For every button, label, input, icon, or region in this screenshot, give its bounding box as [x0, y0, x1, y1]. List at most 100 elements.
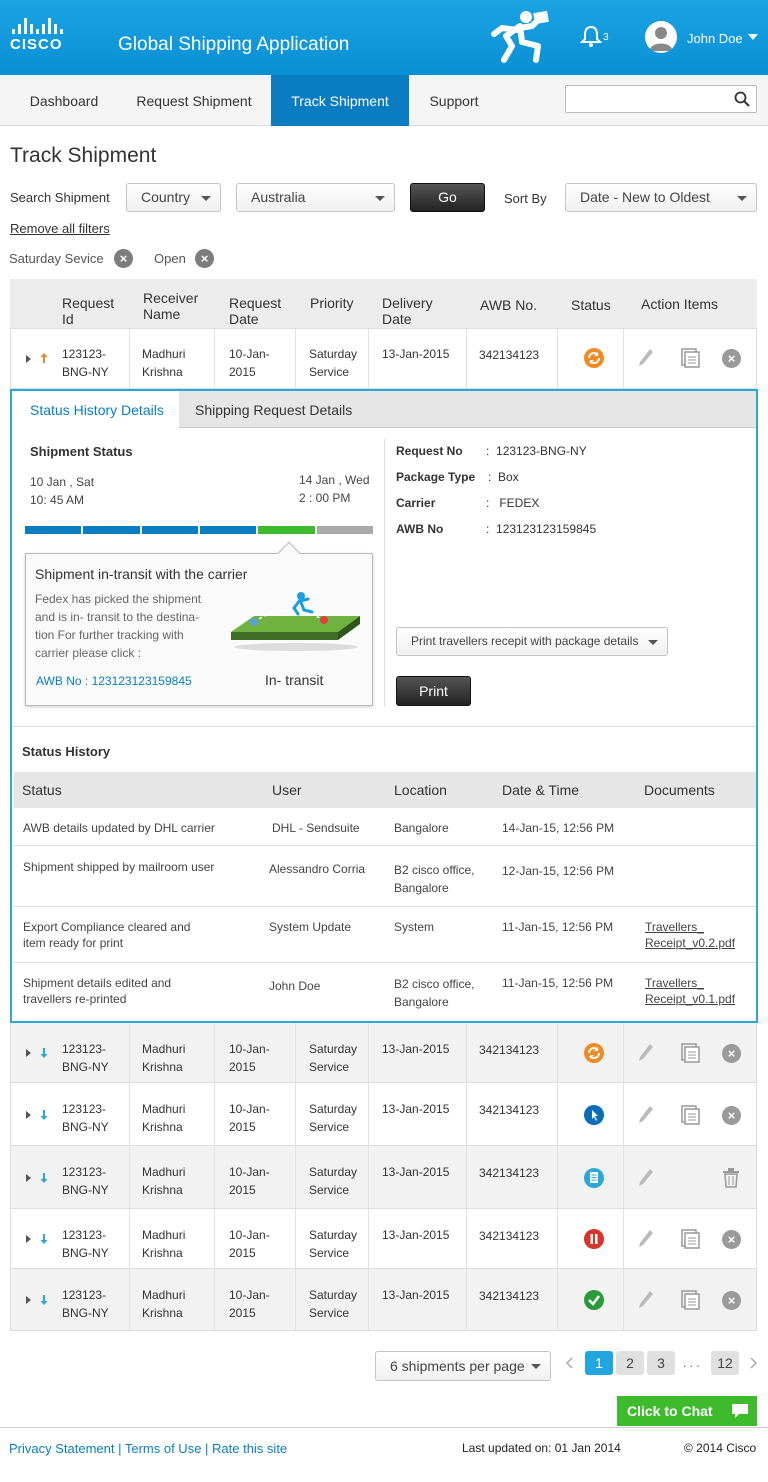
search-icon[interactable] — [734, 91, 750, 107]
next-page-icon[interactable] — [750, 1357, 758, 1369]
expand-caret-icon[interactable] — [26, 1235, 31, 1243]
col-request-date[interactable]: Request Date — [229, 295, 289, 327]
status-cell — [583, 1228, 605, 1253]
document-link[interactable]: Travellers_ Receipt_v0.1.pdf — [645, 975, 735, 1007]
page-2-button[interactable]: 2 — [616, 1351, 644, 1375]
cell-priority: Saturday Service — [309, 1102, 358, 1134]
print-options-select[interactable]: Print travellers recepit with package de… — [396, 627, 668, 656]
notification-bell-icon[interactable] — [580, 24, 602, 48]
cell-awb: 342134123 — [479, 348, 540, 362]
priority-up-arrow-icon — [40, 353, 48, 363]
edit-pencil-icon[interactable] — [638, 1290, 654, 1310]
page-12-button[interactable]: 12 — [711, 1351, 739, 1375]
expand-caret-icon[interactable] — [26, 1110, 31, 1119]
col-request-id[interactable]: Request Id — [62, 295, 122, 327]
col-status[interactable]: Status — [571, 297, 611, 313]
start-time: 10: 45 AM — [30, 493, 85, 507]
remove-chip-saturday-icon[interactable]: × — [114, 249, 133, 268]
hist-location: B2 cisco office, Bangalore — [394, 863, 475, 895]
document-copy-icon[interactable] — [681, 1229, 701, 1249]
notification-count: 3 — [603, 32, 609, 43]
table-row[interactable]: 123123- BNG-NY Madhuri Krishna 10-Jan- 2015 Sa… — [11, 1146, 756, 1209]
tab-dashboard[interactable]: Dashboard — [18, 75, 110, 126]
col-action-items[interactable]: Action Items — [641, 296, 718, 312]
page-1-button[interactable]: 1 — [585, 1351, 613, 1375]
expand-caret-icon[interactable] — [26, 355, 31, 363]
table-row[interactable]: 123123- BNG-NY Madhuri Krishna 10-Jan- 2015 Sa… — [11, 1209, 756, 1269]
filter-value-select[interactable]: Australia — [236, 183, 395, 212]
expand-caret-icon[interactable] — [26, 1049, 31, 1057]
document-link[interactable]: Travellers_ Receipt_v0.2.pdf — [645, 919, 735, 951]
hist-user: John Doe — [269, 979, 321, 993]
delete-trash-icon[interactable] — [722, 1167, 740, 1188]
sort-select[interactable]: Date - New to Oldest — [565, 183, 757, 212]
user-name[interactable]: John Doe — [687, 31, 743, 46]
tab-support[interactable]: Support — [418, 75, 490, 126]
document-copy-icon[interactable] — [681, 1290, 701, 1310]
status-cell — [583, 1289, 605, 1314]
expand-caret-icon[interactable] — [26, 1173, 31, 1182]
page-3-button[interactable]: 3 — [647, 1351, 675, 1375]
table-row[interactable]: 123123- BNG-NY Madhuri Krishna 10-Jan- 2015 Sa… — [11, 1269, 756, 1331]
col-delivery-date[interactable]: Delivery Date — [382, 295, 442, 327]
awb-tracking-link[interactable]: AWB No : 123123123159845 — [36, 674, 192, 688]
table-row[interactable]: 123123- BNG-NY Madhuri Krishna 10-Jan- 2015… — [11, 329, 756, 389]
edit-pencil-icon[interactable] — [638, 1229, 654, 1249]
user-menu-caret-icon[interactable] — [748, 34, 758, 40]
status-delivered-icon[interactable] — [583, 1289, 605, 1311]
hist-location: System — [394, 920, 435, 934]
chevron-down-icon — [531, 1364, 541, 1369]
tab-shipping-request-details[interactable]: Shipping Request Details — [195, 391, 352, 428]
hist-status: Shipment shipped by mailroom user — [23, 860, 215, 874]
col-priority[interactable]: Priority — [310, 295, 354, 311]
status-picked-up-icon[interactable] — [583, 1104, 605, 1126]
status-in-progress-icon[interactable] — [583, 1042, 605, 1064]
footer-links[interactable]: Privacy Statement | Terms of Use | Rate … — [9, 1441, 287, 1456]
col-receiver-name[interactable]: Receiver Name — [143, 290, 207, 322]
status-draft-icon[interactable] — [583, 1167, 605, 1189]
hist-location: B2 cisco office, Bangalore — [394, 977, 475, 1009]
status-cell — [583, 1167, 605, 1192]
status-on-hold-icon[interactable] — [583, 1228, 605, 1250]
shipment-status-title: Shipment Status — [30, 444, 133, 459]
user-avatar[interactable] — [645, 21, 677, 53]
start-date: 10 Jan , Sat — [30, 475, 95, 489]
cell-delivery-date: 13-Jan-2015 — [382, 1165, 450, 1179]
cancel-shipment-icon[interactable]: × — [722, 1044, 741, 1063]
edit-pencil-icon[interactable] — [638, 1168, 654, 1188]
cell-priority: Saturday Service — [309, 1288, 358, 1320]
history-row: Export Compliance cleared and item ready … — [14, 907, 756, 963]
remove-all-filters-link[interactable]: Remove all filters — [10, 221, 110, 236]
cancel-shipment-icon[interactable]: × — [722, 349, 741, 368]
edit-pencil-icon[interactable] — [638, 348, 654, 368]
cancel-shipment-icon[interactable]: × — [722, 1105, 741, 1125]
status-in-progress-icon[interactable] — [583, 347, 605, 369]
table-row[interactable]: 123123- BNG-NY Madhuri Krishna 10-Jan- 2015 Sa… — [11, 1083, 756, 1146]
cisco-logo[interactable]: CISCO — [10, 18, 70, 54]
progress-segment — [199, 526, 257, 534]
filter-field-select[interactable]: Country — [126, 183, 221, 212]
per-page-select[interactable]: 6 shipments per page — [375, 1351, 551, 1381]
chevron-down-icon — [375, 196, 385, 201]
document-copy-icon[interactable] — [681, 1104, 701, 1125]
tab-track-shipment[interactable]: Track Shipment — [271, 75, 409, 126]
cancel-shipment-icon[interactable]: × — [722, 1230, 741, 1249]
print-button[interactable]: Print — [396, 676, 471, 706]
tab-status-history-details[interactable]: Status History Details — [12, 391, 179, 429]
cancel-shipment-icon[interactable]: × — [722, 1291, 741, 1310]
edit-pencil-icon[interactable] — [638, 1043, 654, 1063]
prev-page-icon[interactable] — [565, 1357, 573, 1369]
table-row[interactable]: 123123- BNG-NY Madhuri Krishna 10-Jan- 2015 Sa… — [11, 1023, 756, 1083]
chat-button[interactable]: Click to Chat — [617, 1396, 757, 1426]
search-input[interactable] — [565, 85, 757, 113]
tab-request-shipment[interactable]: Request Shipment — [126, 75, 262, 126]
col-awb-no[interactable]: AWB No. — [480, 297, 537, 313]
priority-down-arrow-icon — [40, 1048, 48, 1058]
document-copy-icon[interactable] — [681, 1043, 701, 1063]
document-copy-icon[interactable] — [681, 348, 701, 368]
sort-by-label: Sort By — [504, 191, 547, 206]
go-button[interactable]: Go — [410, 183, 485, 212]
edit-pencil-icon[interactable] — [638, 1105, 654, 1125]
remove-chip-open-icon[interactable]: × — [195, 249, 214, 268]
expand-caret-icon[interactable] — [26, 1296, 31, 1304]
